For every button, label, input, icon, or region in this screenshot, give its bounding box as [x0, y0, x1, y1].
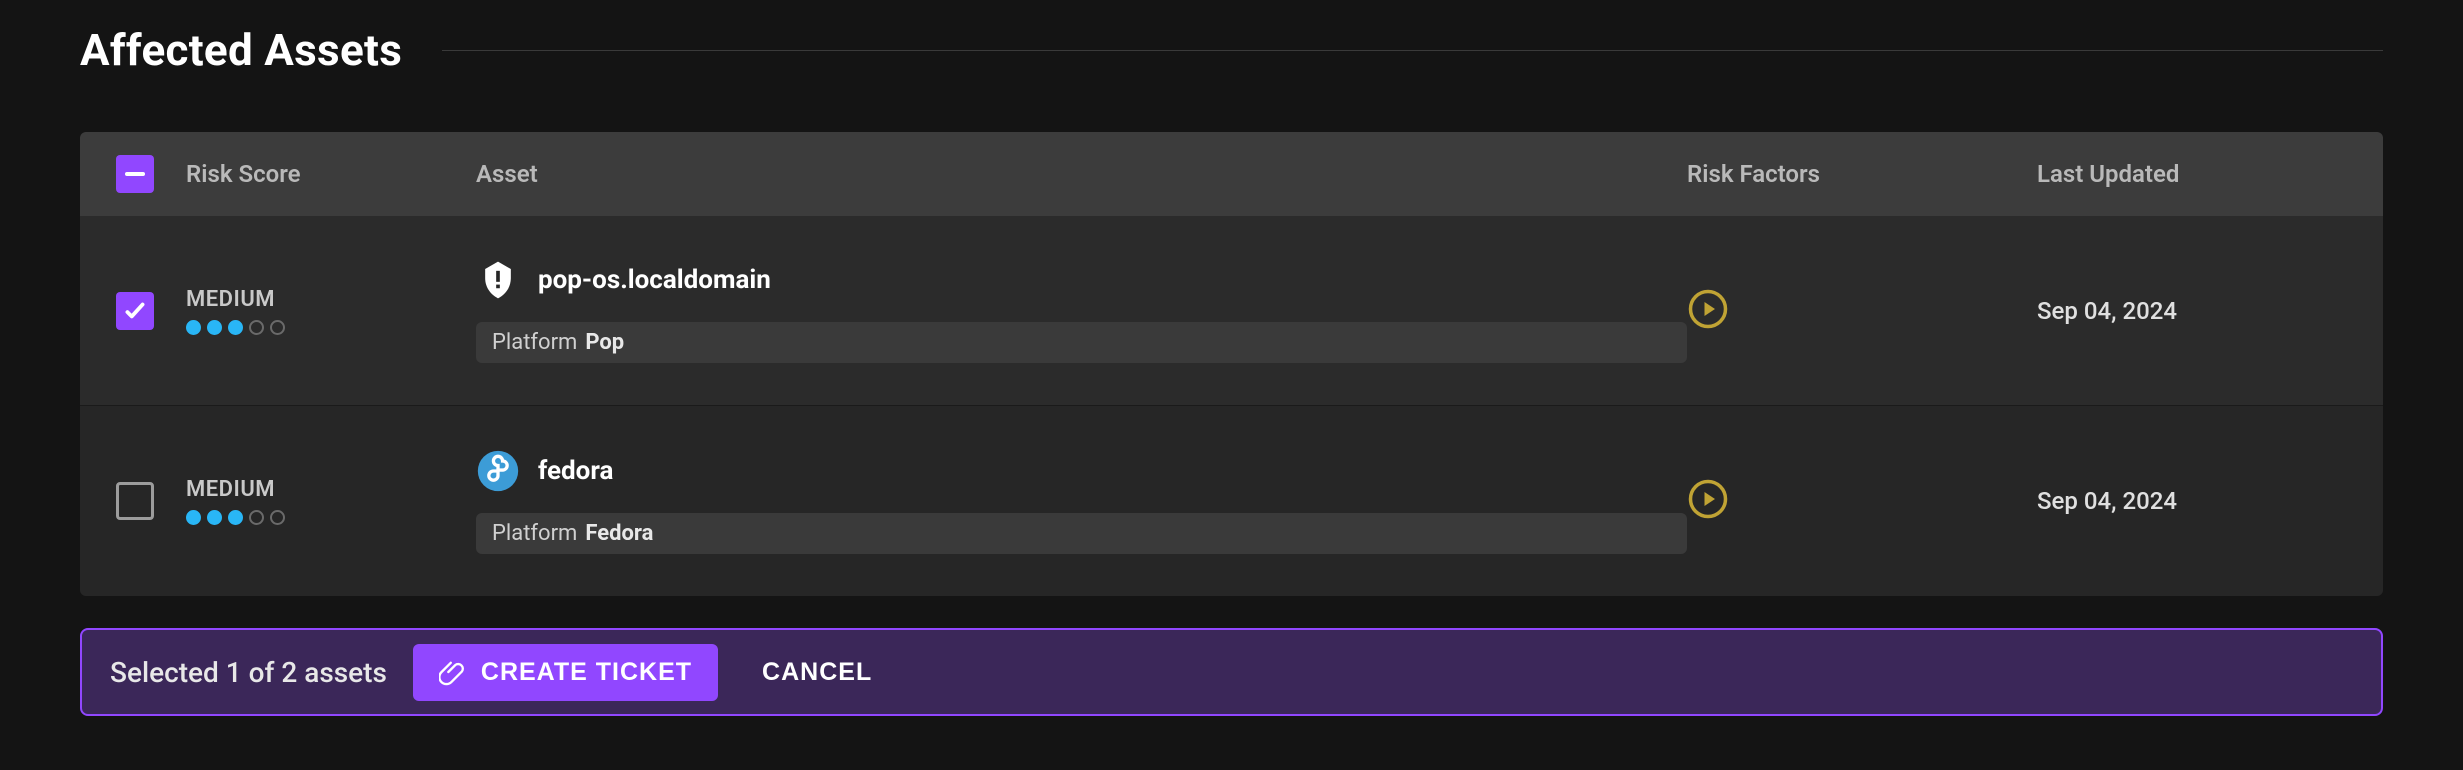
risk-label: MEDIUM: [186, 477, 476, 502]
create-ticket-label: CREATE TICKET: [481, 658, 692, 687]
check-icon: [122, 298, 148, 324]
page-title: Affected Assets: [80, 24, 402, 76]
minus-icon: [125, 172, 145, 176]
cancel-button[interactable]: CANCEL: [744, 644, 890, 701]
column-header-asset[interactable]: Asset: [476, 160, 1687, 188]
fedora-icon: [476, 449, 520, 493]
last-updated: Sep 04, 2024: [2037, 297, 2177, 325]
select-all-checkbox[interactable]: [116, 155, 154, 193]
platform-chip: Platform Fedora: [476, 513, 1687, 554]
risk-dots: [186, 320, 476, 335]
play-circle-icon[interactable]: [1687, 288, 1729, 334]
table-row[interactable]: MEDIUM fedora Platform Fedora: [80, 406, 2383, 596]
play-circle-icon[interactable]: [1687, 478, 1729, 524]
create-ticket-button[interactable]: CREATE TICKET: [413, 644, 718, 701]
assets-table: Risk Score Asset Risk Factors Last Updat…: [80, 132, 2383, 596]
platform-chip: Platform Pop: [476, 322, 1687, 363]
table-header: Risk Score Asset Risk Factors Last Updat…: [80, 132, 2383, 216]
risk-label: MEDIUM: [186, 287, 476, 312]
column-header-risk[interactable]: Risk Score: [186, 160, 476, 188]
divider: [442, 50, 2383, 51]
table-row[interactable]: MEDIUM pop-os.localdomain Platform Po: [80, 216, 2383, 406]
selection-summary: Selected 1 of 2 assets: [110, 656, 387, 689]
column-header-updated[interactable]: Last Updated: [2037, 160, 2347, 188]
os-icon: [476, 258, 520, 302]
asset-name: pop-os.localdomain: [538, 265, 771, 295]
row-checkbox[interactable]: [116, 292, 154, 330]
asset-name: fedora: [538, 456, 613, 486]
attachment-icon: [439, 658, 467, 686]
selection-bar: Selected 1 of 2 assets CREATE TICKET CAN…: [80, 628, 2383, 716]
last-updated: Sep 04, 2024: [2037, 487, 2177, 515]
column-header-factors[interactable]: Risk Factors: [1687, 160, 2037, 188]
row-checkbox[interactable]: [116, 482, 154, 520]
risk-dots: [186, 510, 476, 525]
